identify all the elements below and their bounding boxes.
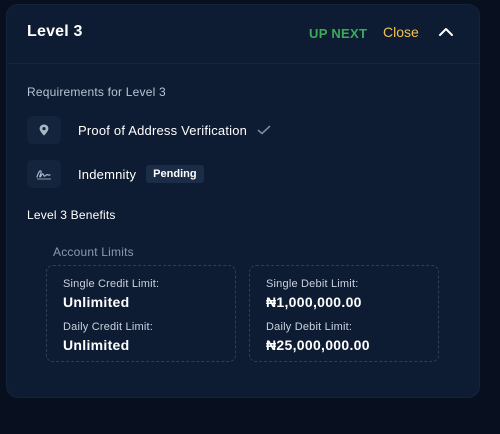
requirement-proof-of-address[interactable]: Proof of Address Verification xyxy=(27,116,271,144)
pending-badge: Pending xyxy=(146,165,204,183)
single-debit-limit-label: Single Debit Limit: xyxy=(266,278,359,290)
daily-debit-limit-value: ₦25,000,000.00 xyxy=(266,337,370,353)
requirement-label: Indemnity xyxy=(78,166,137,182)
close-button[interactable]: Close xyxy=(383,24,419,40)
level-title: Level 3 xyxy=(27,23,83,40)
debit-limits-box: Single Debit Limit: ₦1,000,000.00 Daily … xyxy=(249,265,439,362)
credit-limits-box: Single Credit Limit: Unlimited Daily Cre… xyxy=(46,265,236,362)
daily-credit-limit-value: Unlimited xyxy=(63,337,130,353)
account-limits-title: Account Limits xyxy=(53,245,134,259)
check-icon xyxy=(257,125,271,135)
location-pin-icon xyxy=(27,116,61,144)
single-credit-limit-label: Single Credit Limit: xyxy=(63,278,160,290)
level-card: Level 3 UP NEXT Close Requirements for L… xyxy=(6,4,480,398)
page-background: Level 3 UP NEXT Close Requirements for L… xyxy=(0,0,500,434)
requirements-title: Requirements for Level 3 xyxy=(27,85,166,99)
benefits-title: Level 3 Benefits xyxy=(27,208,116,222)
chevron-up-icon[interactable] xyxy=(437,24,455,40)
single-debit-limit-value: ₦1,000,000.00 xyxy=(266,294,362,310)
requirement-indemnity[interactable]: Indemnity Pending xyxy=(27,160,204,188)
up-next-status: UP NEXT xyxy=(309,26,368,41)
daily-debit-limit-label: Daily Debit Limit: xyxy=(266,321,353,333)
daily-credit-limit-label: Daily Credit Limit: xyxy=(63,321,153,333)
requirement-label: Proof of Address Verification xyxy=(78,122,248,138)
header-divider xyxy=(7,63,479,64)
signature-icon xyxy=(27,160,61,188)
single-credit-limit-value: Unlimited xyxy=(63,294,130,310)
